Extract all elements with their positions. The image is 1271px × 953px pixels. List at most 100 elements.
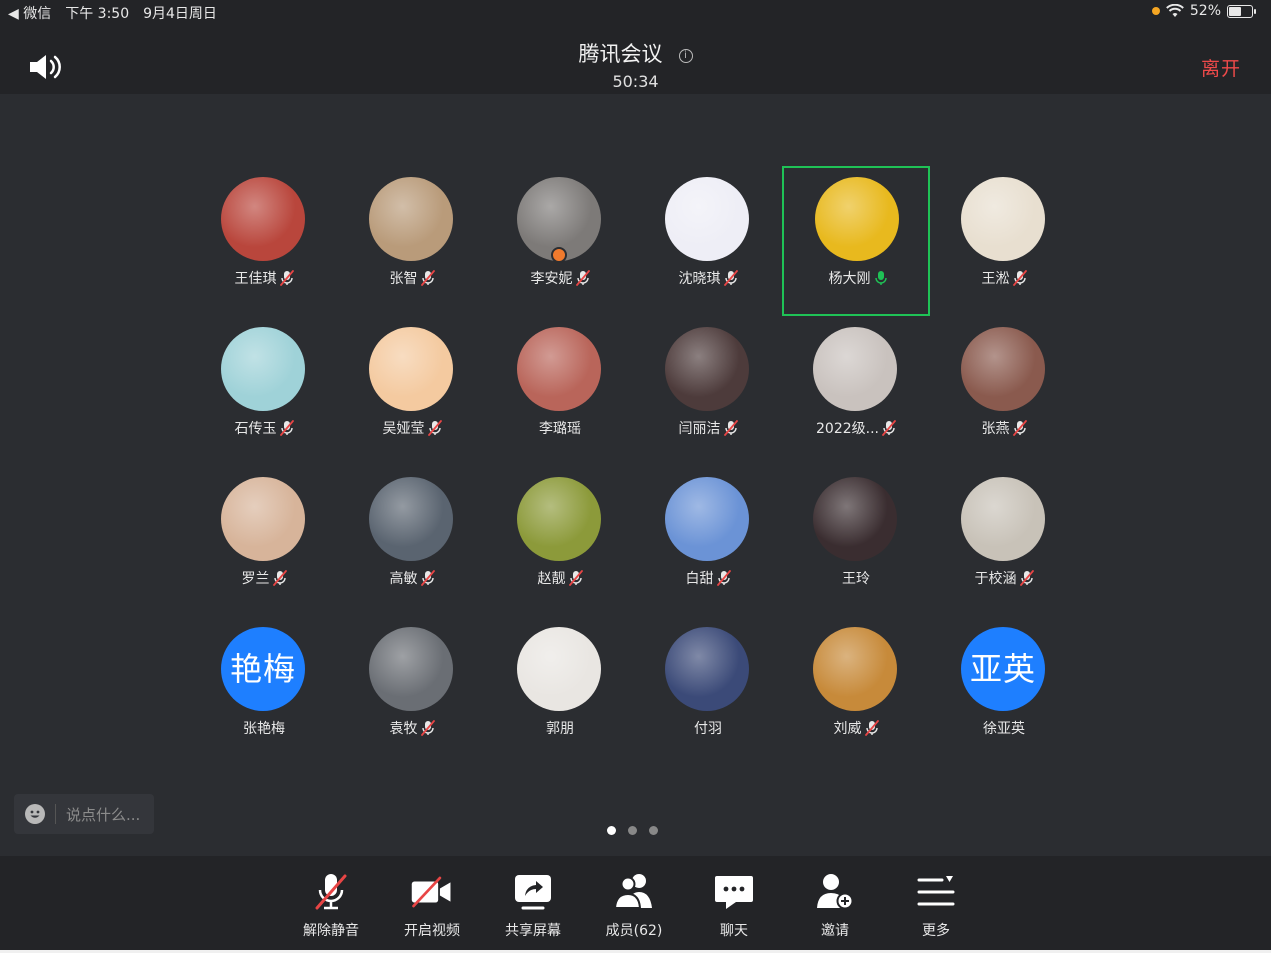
page-indicator <box>607 826 658 835</box>
mic-muted-icon <box>427 420 442 436</box>
start-video-button[interactable]: 开启视频 <box>382 872 482 940</box>
avatar <box>221 177 305 261</box>
participant-tile[interactable]: 高敏 <box>338 468 486 618</box>
mic-muted-icon <box>420 570 435 586</box>
participant-tile[interactable]: 郭朋 <box>486 618 634 768</box>
participant-tile[interactable]: 吴娅莹 <box>338 318 486 468</box>
participant-tile[interactable]: 李安妮 <box>486 168 634 318</box>
avatar <box>517 477 601 561</box>
participant-name: 高敏 <box>389 571 418 587</box>
avatar <box>961 477 1045 561</box>
avatar <box>221 477 305 561</box>
participant-tile[interactable]: 白甜 <box>634 468 782 618</box>
participant-name: 王佳琪 <box>234 271 277 287</box>
page-dot[interactable] <box>628 826 637 835</box>
participant-name: 李安妮 <box>530 271 573 287</box>
host-badge-icon <box>551 247 567 263</box>
recording-dot-icon <box>1151 7 1160 15</box>
participant-name: 于校涵 <box>974 571 1017 587</box>
participant-name: 付羽 <box>694 721 722 737</box>
participant-name: 李璐瑶 <box>539 421 581 437</box>
mic-active-icon <box>874 270 888 286</box>
participant-tile[interactable]: 石传玉 <box>190 318 338 468</box>
participant-tile[interactable]: 王佳琪 <box>190 168 338 318</box>
share-screen-button[interactable]: 共享屏幕 <box>483 872 583 940</box>
participant-name: 王玲 <box>842 571 870 587</box>
mic-muted-icon <box>723 420 738 436</box>
emoji-icon[interactable] <box>25 804 45 824</box>
participant-name: 徐亚英 <box>983 721 1025 737</box>
invite-button[interactable]: 邀请 <box>785 872 885 940</box>
avatar <box>961 327 1045 411</box>
mic-muted-icon <box>315 874 347 910</box>
camera-off-icon <box>411 876 451 908</box>
avatar: 艳梅 <box>221 627 305 711</box>
avatar <box>369 327 453 411</box>
back-to-wechat[interactable]: ◀ 微信 <box>8 3 51 23</box>
wifi-icon <box>1165 4 1184 17</box>
participant-tile[interactable]: 罗兰 <box>190 468 338 618</box>
unmute-button[interactable]: 解除静音 <box>281 872 381 940</box>
participant-name: 郭朋 <box>546 721 574 737</box>
mic-muted-icon <box>1012 420 1027 436</box>
mic-muted-icon <box>882 420 896 436</box>
info-icon[interactable]: i <box>678 49 693 63</box>
participant-tile[interactable]: 张智 <box>338 168 486 318</box>
avatar <box>369 477 453 561</box>
battery-percent: 52% <box>1189 3 1221 19</box>
participant-name: 吴娅莹 <box>382 421 425 437</box>
avatar <box>961 177 1045 261</box>
participant-tile[interactable]: 艳梅 张艳梅 <box>190 618 338 768</box>
participant-name: 罗兰 <box>241 571 270 587</box>
members-button[interactable]: 成员(62) <box>584 872 684 940</box>
battery-icon <box>1227 4 1256 18</box>
participant-name: 张智 <box>389 271 418 287</box>
participant-tile[interactable]: 李璐瑶 <box>486 318 634 468</box>
share-screen-icon <box>515 875 551 910</box>
chat-button[interactable]: 聊天 <box>684 872 784 940</box>
participant-name: 刘威 <box>833 721 862 737</box>
participant-tile[interactable]: 亚英 徐亚英 <box>930 618 1078 768</box>
avatar <box>813 627 897 711</box>
meeting-timer: 50:34 <box>612 72 659 91</box>
participant-tile[interactable]: 闫丽洁 <box>634 318 782 468</box>
mic-muted-icon <box>568 570 583 586</box>
mic-muted-icon <box>279 270 294 286</box>
participant-tile[interactable]: 杨大刚 <box>782 166 930 316</box>
participant-tile[interactable]: 沈晓琪 <box>634 168 782 318</box>
avatar: 亚英 <box>961 627 1045 711</box>
participant-tile[interactable]: 王淞 <box>930 168 1078 318</box>
page-dot[interactable] <box>607 826 616 835</box>
participant-tile[interactable]: 赵靓 <box>486 468 634 618</box>
status-bar: ◀ 微信 下午 3:50 9月4日周日 52% <box>0 0 1271 24</box>
mic-muted-icon <box>420 270 435 286</box>
participant-tile[interactable]: 王玲 <box>782 468 930 618</box>
meeting-header: 腾讯会议 i 50:34 离开 <box>0 24 1271 94</box>
participant-tile[interactable]: 付羽 <box>634 618 782 768</box>
avatar <box>813 327 897 411</box>
chat-input[interactable]: 说点什么... <box>14 794 154 834</box>
mic-muted-icon <box>1019 570 1034 586</box>
leave-button[interactable]: 离开 <box>1201 54 1241 81</box>
more-button[interactable]: 更多 <box>886 872 986 940</box>
participant-tile[interactable]: 刘威 <box>782 618 930 768</box>
participant-name: 沈晓琪 <box>678 271 721 287</box>
avatar <box>665 477 749 561</box>
participant-tile[interactable]: 袁牧 <box>338 618 486 768</box>
participant-name: 张燕 <box>981 421 1010 437</box>
mic-muted-icon <box>723 270 738 286</box>
participant-tile[interactable]: 2022级... <box>782 318 930 468</box>
mic-muted-icon <box>716 570 731 586</box>
participant-name: 白甜 <box>685 571 714 587</box>
status-time: 下午 3:50 <box>65 6 130 22</box>
participant-tile[interactable]: 于校涵 <box>930 468 1078 618</box>
participant-name: 2022级... <box>816 421 879 437</box>
participant-tile[interactable]: 张燕 <box>930 318 1078 468</box>
chat-placeholder: 说点什么... <box>66 805 141 824</box>
participant-name: 闫丽洁 <box>678 421 721 437</box>
mic-muted-icon <box>420 720 435 736</box>
participant-name: 石传玉 <box>234 421 277 437</box>
members-icon <box>613 874 652 909</box>
mic-muted-icon <box>575 270 590 286</box>
page-dot[interactable] <box>649 826 658 835</box>
